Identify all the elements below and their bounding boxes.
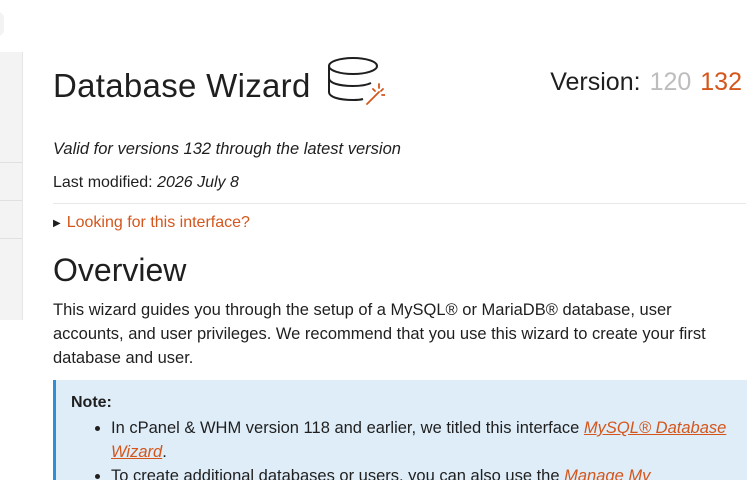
note-item: To create additional databases or users,…: [111, 464, 731, 480]
last-modified-label: Last modified:: [53, 174, 153, 191]
divider: [53, 203, 746, 204]
note-item: In cPanel & WHM version 118 and earlier,…: [111, 416, 731, 464]
version-link-132[interactable]: 132: [700, 70, 742, 95]
overview-heading: Overview: [53, 252, 187, 288]
note-item-text: To create additional databases or users,…: [111, 467, 565, 480]
note-item-text: In cPanel & WHM version 118 and earlier,…: [111, 419, 584, 437]
note-callout: Note: In cPanel & WHM version 118 and ea…: [53, 380, 747, 480]
top-nub: [0, 12, 4, 36]
last-modified-date: 2026 July 8: [157, 174, 239, 191]
manage-my-link[interactable]: Manage My: [564, 467, 650, 480]
database-wand-icon: [327, 57, 385, 105]
sidebar-divider: [0, 238, 22, 239]
last-modified: Last modified: 2026 July 8: [53, 174, 239, 192]
version-label: Version:: [550, 68, 641, 96]
version-link-120[interactable]: 120: [650, 70, 692, 95]
page: Database Wizard Version: 120 132 Valid f…: [0, 0, 750, 480]
note-list: In cPanel & WHM version 118 and earlier,…: [71, 416, 731, 480]
note-title: Note:: [71, 394, 112, 411]
title-row: Database Wizard: [53, 57, 385, 112]
page-title: Database Wizard: [53, 66, 311, 104]
valid-versions-note: Valid for versions 132 through the lates…: [53, 140, 401, 158]
sidebar-divider: [0, 200, 22, 201]
disclosure-triangle-icon: ▶: [53, 217, 61, 229]
sidebar-divider: [0, 162, 22, 163]
details-summary-label: Looking for this interface?: [66, 214, 250, 231]
note-item-end: .: [162, 443, 167, 461]
interface-details-toggle[interactable]: ▶ Looking for this interface?: [53, 214, 250, 232]
sidebar: [0, 52, 23, 320]
version-switcher: Version: 120 132: [550, 70, 742, 95]
overview-paragraph: This wizard guides you through the setup…: [53, 301, 706, 367]
